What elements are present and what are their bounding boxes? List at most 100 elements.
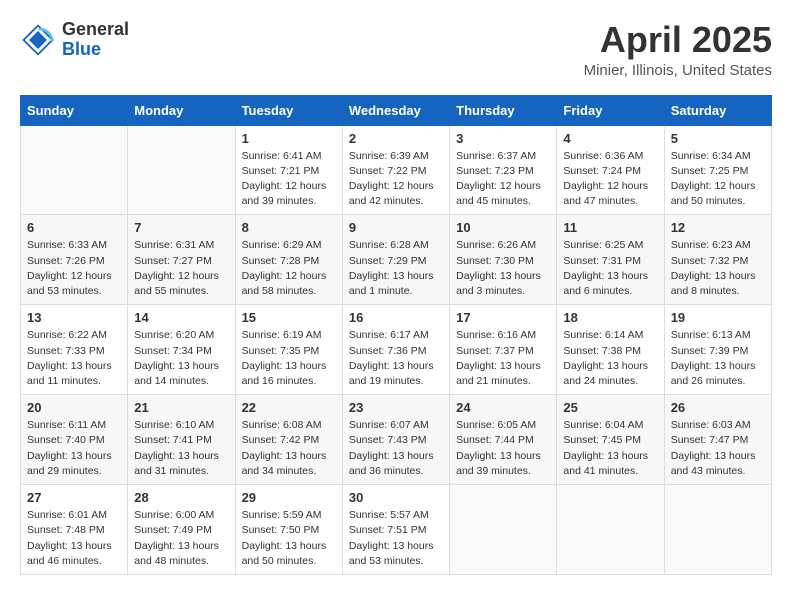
calendar-cell: 9Sunrise: 6:28 AM Sunset: 7:29 PM Daylig… <box>342 215 449 305</box>
day-info: Sunrise: 6:22 AM Sunset: 7:33 PM Dayligh… <box>27 328 121 389</box>
calendar-cell: 23 Sunrise: 6:07 AM Sunset: 7:43 PM Dayli… <box>342 395 449 485</box>
page-header: General Blue April 2025 Minier, Illinois… <box>20 20 772 79</box>
day-number: 21 <box>134 400 228 415</box>
calendar-cell: 18 Sunrise: 6:14 AM Sunset: 7:38 PM Dayli… <box>557 305 664 395</box>
day-number: 7 <box>134 220 228 235</box>
weekday-header-thursday: Thursday <box>450 95 557 125</box>
calendar-cell: 19Sunrise: 6:13 AM Sunset: 7:39 PM Dayli… <box>664 305 771 395</box>
day-number: 3 <box>456 131 550 146</box>
calendar-cell: 24 Sunrise: 6:05 AM Sunset: 7:44 PM Dayli… <box>450 395 557 485</box>
calendar-cell: 11 Sunrise: 6:25 AM Sunset: 7:31 PM Dayli… <box>557 215 664 305</box>
month-title: April 2025 <box>584 20 772 60</box>
calendar-cell: 10Sunrise: 6:26 AM Sunset: 7:30 PM Dayli… <box>450 215 557 305</box>
day-info: Sunrise: 6:05 AM Sunset: 7:44 PM Dayligh… <box>456 418 550 479</box>
day-number: 5 <box>671 131 765 146</box>
calendar-cell: 14 Sunrise: 6:20 AM Sunset: 7:34 PM Dayli… <box>128 305 235 395</box>
day-number: 22 <box>242 400 336 415</box>
calendar-week-2: 6 Sunrise: 6:33 AM Sunset: 7:26 PM Daylig… <box>21 215 772 305</box>
day-info: Sunrise: 6:26 AM Sunset: 7:30 PM Dayligh… <box>456 238 550 299</box>
day-info: Sunrise: 6:39 AM Sunset: 7:22 PM Dayligh… <box>349 149 443 210</box>
location: Minier, Illinois, United States <box>584 62 772 79</box>
day-number: 27 <box>27 490 121 505</box>
day-info: Sunrise: 6:10 AM Sunset: 7:41 PM Dayligh… <box>134 418 228 479</box>
day-info: Sunrise: 6:41 AM Sunset: 7:21 PM Dayligh… <box>242 149 336 210</box>
day-info: Sunrise: 6:20 AM Sunset: 7:34 PM Dayligh… <box>134 328 228 389</box>
weekday-header-saturday: Saturday <box>664 95 771 125</box>
calendar-cell <box>664 485 771 575</box>
day-info: Sunrise: 6:37 AM Sunset: 7:23 PM Dayligh… <box>456 149 550 210</box>
day-info: Sunrise: 5:59 AM Sunset: 7:50 PM Dayligh… <box>242 508 336 569</box>
day-number: 30 <box>349 490 443 505</box>
day-info: Sunrise: 6:36 AM Sunset: 7:24 PM Dayligh… <box>563 149 657 210</box>
logo-blue: Blue <box>62 39 101 59</box>
calendar-week-3: 13 Sunrise: 6:22 AM Sunset: 7:33 PM Dayli… <box>21 305 772 395</box>
day-info: Sunrise: 6:00 AM Sunset: 7:49 PM Dayligh… <box>134 508 228 569</box>
calendar-cell: 12 Sunrise: 6:23 AM Sunset: 7:32 PM Dayli… <box>664 215 771 305</box>
day-info: Sunrise: 6:17 AM Sunset: 7:36 PM Dayligh… <box>349 328 443 389</box>
day-number: 15 <box>242 310 336 325</box>
calendar-cell: 13 Sunrise: 6:22 AM Sunset: 7:33 PM Dayli… <box>21 305 128 395</box>
calendar-cell: 30 Sunrise: 5:57 AM Sunset: 7:51 PM Dayli… <box>342 485 449 575</box>
day-info: Sunrise: 6:07 AM Sunset: 7:43 PM Dayligh… <box>349 418 443 479</box>
calendar-cell: 22 Sunrise: 6:08 AM Sunset: 7:42 PM Dayli… <box>235 395 342 485</box>
weekday-header-friday: Friday <box>557 95 664 125</box>
calendar-cell: 29 Sunrise: 5:59 AM Sunset: 7:50 PM Dayli… <box>235 485 342 575</box>
calendar-cell <box>21 125 128 215</box>
day-number: 13 <box>27 310 121 325</box>
calendar-body: 1 Sunrise: 6:41 AM Sunset: 7:21 PM Daylig… <box>21 125 772 574</box>
day-number: 28 <box>134 490 228 505</box>
day-info: Sunrise: 6:03 AM Sunset: 7:47 PM Dayligh… <box>671 418 765 479</box>
day-info: Sunrise: 6:08 AM Sunset: 7:42 PM Dayligh… <box>242 418 336 479</box>
calendar-cell <box>557 485 664 575</box>
day-info: Sunrise: 6:31 AM Sunset: 7:27 PM Dayligh… <box>134 238 228 299</box>
calendar-cell: 16Sunrise: 6:17 AM Sunset: 7:36 PM Dayli… <box>342 305 449 395</box>
logo-general: General <box>62 19 129 39</box>
calendar-cell: 20 Sunrise: 6:11 AM Sunset: 7:40 PM Dayli… <box>21 395 128 485</box>
day-number: 1 <box>242 131 336 146</box>
day-number: 11 <box>563 220 657 235</box>
calendar-table: SundayMondayTuesdayWednesdayThursdayFrid… <box>20 95 772 575</box>
calendar-cell: 27 Sunrise: 6:01 AM Sunset: 7:48 PM Dayli… <box>21 485 128 575</box>
day-number: 23 <box>349 400 443 415</box>
day-info: Sunrise: 6:01 AM Sunset: 7:48 PM Dayligh… <box>27 508 121 569</box>
calendar-header: SundayMondayTuesdayWednesdayThursdayFrid… <box>21 95 772 125</box>
day-number: 14 <box>134 310 228 325</box>
calendar-cell: 28 Sunrise: 6:00 AM Sunset: 7:49 PM Dayli… <box>128 485 235 575</box>
calendar-cell: 5 Sunrise: 6:34 AM Sunset: 7:25 PM Daylig… <box>664 125 771 215</box>
day-number: 2 <box>349 131 443 146</box>
calendar-cell: 2 Sunrise: 6:39 AM Sunset: 7:22 PM Daylig… <box>342 125 449 215</box>
day-info: Sunrise: 6:16 AM Sunset: 7:37 PM Dayligh… <box>456 328 550 389</box>
day-number: 24 <box>456 400 550 415</box>
day-number: 19 <box>671 310 765 325</box>
weekday-header-sunday: Sunday <box>21 95 128 125</box>
day-info: Sunrise: 6:33 AM Sunset: 7:26 PM Dayligh… <box>27 238 121 299</box>
weekday-header-row: SundayMondayTuesdayWednesdayThursdayFrid… <box>21 95 772 125</box>
day-info: Sunrise: 6:11 AM Sunset: 7:40 PM Dayligh… <box>27 418 121 479</box>
day-number: 6 <box>27 220 121 235</box>
day-info: Sunrise: 5:57 AM Sunset: 7:51 PM Dayligh… <box>349 508 443 569</box>
calendar-cell: 6 Sunrise: 6:33 AM Sunset: 7:26 PM Daylig… <box>21 215 128 305</box>
day-number: 20 <box>27 400 121 415</box>
calendar-week-5: 27 Sunrise: 6:01 AM Sunset: 7:48 PM Dayli… <box>21 485 772 575</box>
day-number: 26 <box>671 400 765 415</box>
day-info: Sunrise: 6:23 AM Sunset: 7:32 PM Dayligh… <box>671 238 765 299</box>
calendar-cell: 1 Sunrise: 6:41 AM Sunset: 7:21 PM Daylig… <box>235 125 342 215</box>
day-info: Sunrise: 6:25 AM Sunset: 7:31 PM Dayligh… <box>563 238 657 299</box>
logo-icon <box>20 22 56 58</box>
calendar-cell: 26 Sunrise: 6:03 AM Sunset: 7:47 PM Dayli… <box>664 395 771 485</box>
day-number: 12 <box>671 220 765 235</box>
calendar-week-4: 20 Sunrise: 6:11 AM Sunset: 7:40 PM Dayli… <box>21 395 772 485</box>
logo: General Blue <box>20 20 129 60</box>
calendar-cell: 21 Sunrise: 6:10 AM Sunset: 7:41 PM Dayli… <box>128 395 235 485</box>
day-info: Sunrise: 6:04 AM Sunset: 7:45 PM Dayligh… <box>563 418 657 479</box>
day-info: Sunrise: 6:34 AM Sunset: 7:25 PM Dayligh… <box>671 149 765 210</box>
day-info: Sunrise: 6:14 AM Sunset: 7:38 PM Dayligh… <box>563 328 657 389</box>
day-number: 9 <box>349 220 443 235</box>
weekday-header-wednesday: Wednesday <box>342 95 449 125</box>
weekday-header-monday: Monday <box>128 95 235 125</box>
day-number: 18 <box>563 310 657 325</box>
calendar-cell: 4Sunrise: 6:36 AM Sunset: 7:24 PM Daylig… <box>557 125 664 215</box>
day-number: 29 <box>242 490 336 505</box>
calendar-cell: 25Sunrise: 6:04 AM Sunset: 7:45 PM Dayli… <box>557 395 664 485</box>
calendar-cell: 17Sunrise: 6:16 AM Sunset: 7:37 PM Dayli… <box>450 305 557 395</box>
